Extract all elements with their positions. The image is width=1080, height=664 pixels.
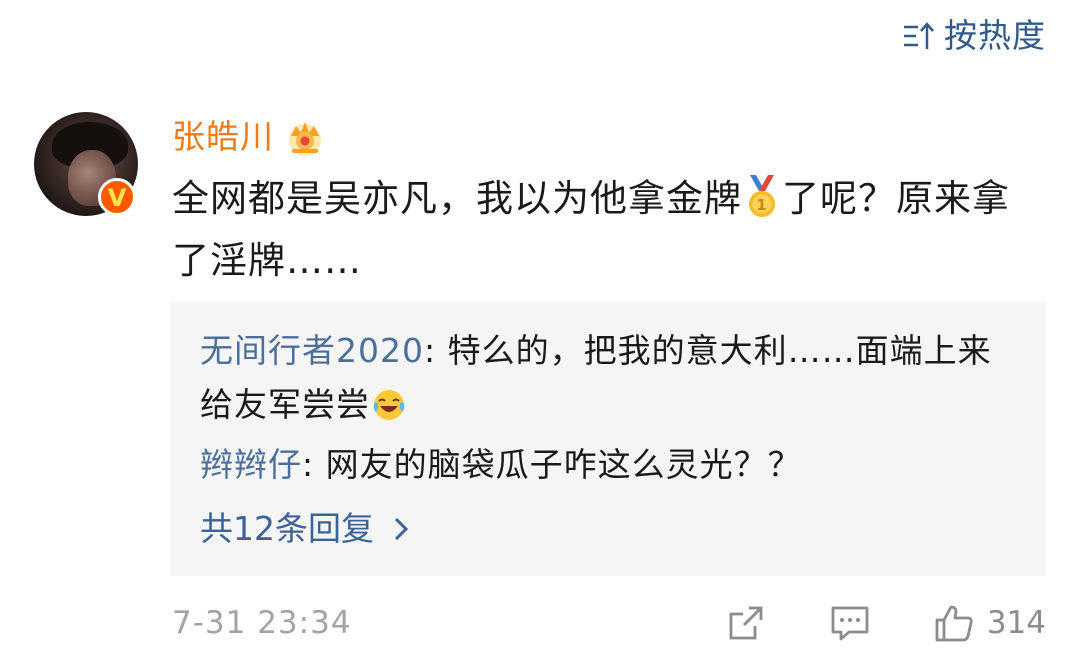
more-replies-label: 共12条回复 bbox=[200, 509, 374, 548]
comment-timestamp: 7-31 23:34 bbox=[172, 605, 352, 641]
comment-header: 张皓川 bbox=[172, 112, 326, 162]
medal-icon: 1 bbox=[749, 175, 775, 217]
reply-username[interactable]: 辫辫仔 bbox=[200, 445, 302, 484]
chevron-right-icon bbox=[394, 517, 409, 541]
reply-separator: : bbox=[423, 331, 448, 370]
like-count: 314 bbox=[986, 605, 1046, 641]
share-button[interactable] bbox=[725, 602, 767, 644]
view-all-replies-link[interactable]: 共12条回复 bbox=[200, 502, 1016, 556]
reply-item[interactable]: 无间行者2020: 特么的，把我的意大利……面端上来给友军尝尝 bbox=[200, 324, 1016, 432]
sort-icon bbox=[904, 22, 934, 49]
comment-username[interactable]: 张皓川 bbox=[172, 112, 274, 162]
comment-text-part1: 全网都是吴亦凡，我以为他拿金牌 bbox=[172, 177, 742, 220]
comment-actions: 314 bbox=[725, 596, 1046, 650]
reply-button[interactable] bbox=[829, 602, 871, 644]
like-button[interactable]: 314 bbox=[933, 600, 1046, 646]
reply-separator: : bbox=[302, 445, 326, 484]
verified-badge: V bbox=[98, 178, 136, 216]
sort-by-hot-button[interactable]: 按热度 bbox=[902, 14, 1046, 58]
verified-v-icon: V bbox=[107, 183, 127, 212]
crown-icon bbox=[289, 122, 321, 156]
reply-item[interactable]: 辫辫仔: 网友的脑袋瓜子咋这么灵光？？ bbox=[200, 438, 1016, 492]
laugh-cry-emoji bbox=[373, 390, 405, 420]
svg-text:1: 1 bbox=[756, 196, 767, 214]
comment-text: 全网都是吴亦凡，我以为他拿金牌 1 了呢？原来拿了淫牌…… bbox=[172, 168, 1042, 292]
comment-icon bbox=[831, 606, 869, 641]
sort-label: 按热度 bbox=[944, 16, 1046, 55]
reply-username[interactable]: 无间行者2020 bbox=[200, 331, 424, 370]
share-icon bbox=[729, 606, 763, 640]
thumbs-up-icon bbox=[935, 605, 973, 642]
reply-text: 网友的脑袋瓜子咋这么灵光？？ bbox=[325, 445, 802, 484]
comment-page: 按热度 V 张皓川 全网都是吴亦凡，我以为他拿金牌 1 了呢？原来拿了淫牌…… bbox=[0, 0, 1080, 664]
replies-preview[interactable]: 无间行者2020: 特么的，把我的意大利……面端上来给友军尝尝 辫辫仔: 网友的… bbox=[170, 302, 1046, 576]
